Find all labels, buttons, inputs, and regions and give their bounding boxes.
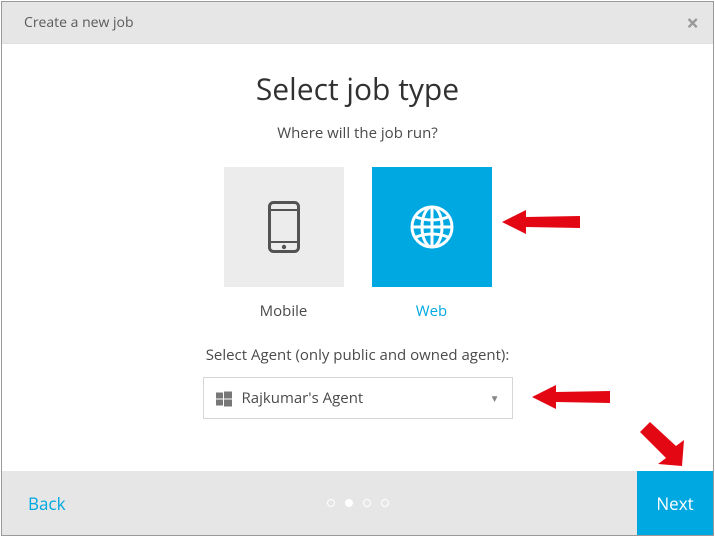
next-button[interactable]: Next	[637, 471, 713, 535]
step-indicator	[327, 499, 389, 507]
mobile-icon	[268, 201, 300, 253]
job-type-web[interactable]	[372, 167, 492, 287]
job-type-mobile-label: Mobile	[224, 301, 344, 321]
step-dot-3	[363, 499, 371, 507]
step-dot-4	[381, 499, 389, 507]
step-dot-1	[327, 499, 335, 507]
close-icon[interactable]: ×	[686, 12, 699, 34]
step-dot-2	[345, 499, 353, 507]
chevron-down-icon: ▼	[490, 391, 500, 405]
windows-icon	[216, 390, 232, 406]
page-subtitle: Where will the job run?	[42, 123, 673, 143]
dialog-footer: Back Next	[2, 471, 713, 535]
dialog: Create a new job × Select job type Where…	[1, 1, 714, 536]
job-type-web-label: Web	[372, 301, 492, 321]
job-type-mobile[interactable]	[224, 167, 344, 287]
job-type-labels: Mobile Web	[42, 301, 673, 321]
page-title: Select job type	[42, 68, 673, 109]
dialog-header: Create a new job ×	[2, 2, 713, 44]
back-button[interactable]: Back	[28, 492, 66, 515]
agent-select-value: Rajkumar's Agent	[242, 388, 490, 408]
agent-select[interactable]: Rajkumar's Agent ▼	[203, 377, 513, 419]
job-type-options	[42, 167, 673, 287]
globe-icon	[408, 203, 456, 251]
dialog-title: Create a new job	[24, 13, 134, 32]
agent-select-label: Select Agent (only public and owned agen…	[42, 345, 673, 365]
dialog-body: Select job type Where will the job run?	[2, 44, 713, 472]
